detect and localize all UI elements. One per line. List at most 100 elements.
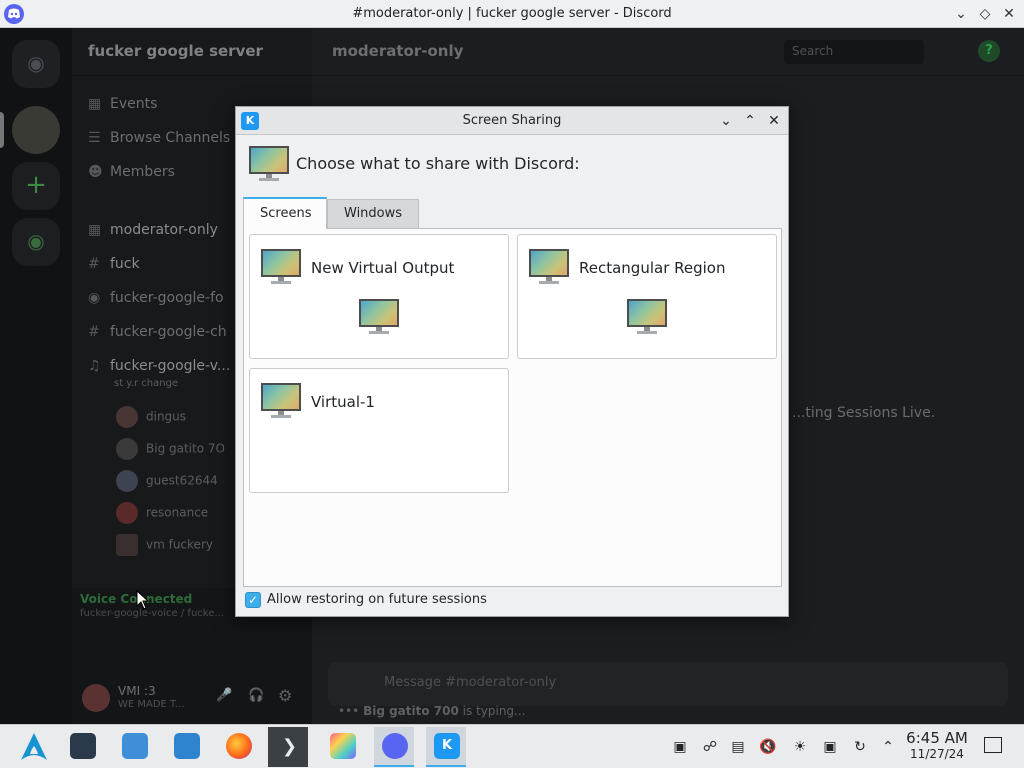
arch-launcher-icon[interactable] bbox=[14, 727, 54, 767]
channel-fuck[interactable]: # fuck bbox=[88, 256, 140, 272]
discord-icon[interactable] bbox=[374, 727, 414, 767]
dialog-titlebar: K Screen Sharing ⌄ ⌃ ✕ bbox=[236, 107, 788, 135]
sidebar-item-browse-channels[interactable]: ☰ Browse Channels bbox=[88, 130, 230, 146]
maximize-button[interactable]: ◇ bbox=[974, 3, 996, 25]
channel-voice[interactable]: ♫ fucker-google-v... bbox=[88, 358, 230, 374]
source-card-virtual-1[interactable]: Virtual-1 bbox=[249, 368, 509, 493]
search-input[interactable]: Search bbox=[784, 40, 924, 64]
mouse-cursor-icon bbox=[136, 590, 150, 610]
minimize-button[interactable]: ⌄ bbox=[950, 3, 972, 25]
close-button[interactable]: ✕ bbox=[998, 3, 1020, 25]
voice-user[interactable]: resonance bbox=[116, 502, 208, 524]
dialog-prompt: Choose what to share with Discord: bbox=[296, 154, 580, 173]
sources-panel: New Virtual Output Rectangular Region Vi… bbox=[243, 228, 782, 587]
message-input[interactable]: Message #moderator-only bbox=[328, 662, 1008, 706]
kde-connect-icon[interactable]: K bbox=[426, 727, 466, 767]
source-card-new-virtual-output[interactable]: New Virtual Output bbox=[249, 234, 509, 359]
avatar bbox=[116, 438, 138, 460]
terminal-prompt-glyph: ❯ bbox=[282, 736, 298, 757]
source-label: Rectangular Region bbox=[579, 259, 726, 277]
clock-time: 6:45 AM bbox=[906, 729, 968, 747]
source-card-rectangular-region[interactable]: Rectangular Region bbox=[517, 234, 777, 359]
monitor-icon bbox=[627, 299, 667, 335]
dialog-minimize-button[interactable]: ⌄ bbox=[715, 110, 737, 132]
brightness-icon[interactable]: ☀ bbox=[790, 737, 810, 757]
server-icon[interactable] bbox=[12, 106, 60, 154]
avatar bbox=[116, 470, 138, 492]
channel-title: moderator-only bbox=[332, 42, 464, 60]
volume-muted-icon[interactable]: 🔇 bbox=[758, 737, 778, 757]
clock[interactable]: 6:45 AM 11/27/24 bbox=[902, 729, 972, 761]
tab-windows[interactable]: Windows bbox=[327, 199, 419, 228]
monitor-icon bbox=[261, 249, 301, 285]
channel-forum[interactable]: ◉ fucker-google-fo bbox=[88, 290, 224, 306]
avatar bbox=[116, 406, 138, 428]
monitor-icon bbox=[359, 299, 399, 335]
server-name: fucker google server bbox=[88, 42, 263, 60]
browse-icon: ☰ bbox=[88, 130, 101, 146]
voice-user[interactable]: vm fuckery bbox=[116, 534, 213, 556]
voice-user[interactable]: guest62644 bbox=[116, 470, 218, 492]
taskbar: ❯ K ▣ ☍ ▤ 🔇 ☀ ▣ ↻ ⌃ 6:45 AM 11/27/24 bbox=[0, 724, 1024, 768]
calendar-icon: ▦ bbox=[88, 96, 102, 112]
server-header[interactable]: fucker google server bbox=[72, 28, 312, 76]
voice-user[interactable]: dingus bbox=[116, 406, 186, 428]
discord-tray-icon[interactable]: ▣ bbox=[670, 737, 690, 757]
tab-screens[interactable]: Screens bbox=[243, 197, 327, 229]
monitor-icon bbox=[529, 249, 569, 285]
source-label: New Virtual Output bbox=[311, 259, 455, 277]
disk-icon[interactable]: ▣ bbox=[820, 737, 840, 757]
discord-home-icon[interactable]: ◉ bbox=[12, 40, 60, 88]
show-desktop-icon[interactable] bbox=[984, 737, 1002, 753]
file-manager-icon[interactable] bbox=[166, 727, 206, 767]
sidebar-item-members[interactable]: ☻ Members bbox=[88, 164, 175, 180]
window-title: #moderator-only | fucker google server -… bbox=[352, 6, 672, 21]
updates-icon[interactable]: ↻ bbox=[850, 737, 870, 757]
dialog-title: Screen Sharing bbox=[462, 113, 562, 128]
window-titlebar: #moderator-only | fucker google server -… bbox=[0, 0, 1024, 28]
avatar bbox=[116, 502, 138, 524]
typing-indicator: ••• Big gatito 700 is typing... bbox=[338, 704, 526, 718]
members-icon: ☻ bbox=[88, 164, 103, 180]
network-icon[interactable]: ☍ bbox=[700, 737, 720, 757]
channel-moderator-only[interactable]: ▦ moderator-only bbox=[88, 222, 218, 238]
monitor-icon bbox=[261, 383, 301, 419]
text-channel-icon: ▦ bbox=[88, 222, 102, 238]
typing-user: Big gatito 700 bbox=[363, 704, 459, 718]
image-viewer-icon[interactable] bbox=[322, 727, 362, 767]
system-settings-icon[interactable] bbox=[62, 727, 102, 767]
monitor-icon bbox=[249, 146, 289, 182]
sidebar-item-events[interactable]: ▦ Events bbox=[88, 96, 157, 112]
add-server-icon[interactable]: + bbox=[12, 162, 60, 210]
explore-icon[interactable]: ◉ bbox=[12, 218, 60, 266]
tray-expand-icon[interactable]: ⌃ bbox=[878, 737, 898, 757]
clipboard-icon[interactable]: ▤ bbox=[728, 737, 748, 757]
firefox-icon[interactable] bbox=[218, 727, 258, 767]
discover-icon[interactable] bbox=[114, 727, 154, 767]
chat-header: moderator-only Search ? bbox=[312, 28, 1024, 76]
channel-chat[interactable]: # fucker-google-ch bbox=[88, 324, 227, 340]
user-status: WE MADE T... bbox=[118, 699, 185, 710]
microphone-icon[interactable]: 🎤 bbox=[216, 688, 232, 703]
avatar bbox=[116, 534, 138, 556]
user-name: VMI :3 bbox=[118, 684, 156, 698]
restore-checkbox-label[interactable]: Allow restoring on future sessions bbox=[267, 592, 487, 607]
dialog-close-button[interactable]: ✕ bbox=[763, 110, 785, 132]
voice-user[interactable]: Big gatito 7O bbox=[116, 438, 225, 460]
voice-connected-channel: fucker-google-voice / fucke... bbox=[80, 608, 224, 619]
settings-gear-icon[interactable]: ⚙ bbox=[278, 686, 292, 705]
terminal-icon[interactable]: ❯ bbox=[268, 727, 308, 767]
forum-icon: ◉ bbox=[88, 290, 101, 306]
help-icon[interactable]: ? bbox=[978, 40, 1000, 62]
restore-checkbox[interactable]: ✓ bbox=[245, 592, 261, 608]
activity-hint: ...ting Sessions Live. bbox=[792, 405, 936, 421]
screen-sharing-dialog: K Screen Sharing ⌄ ⌃ ✕ Choose what to sh… bbox=[235, 106, 789, 617]
dialog-maximize-button[interactable]: ⌃ bbox=[739, 110, 761, 132]
avatar[interactable] bbox=[82, 684, 110, 712]
server-list: ◉ + ◉ bbox=[0, 28, 72, 724]
hash-icon: # bbox=[88, 256, 100, 272]
hash-icon: # bbox=[88, 324, 100, 340]
headphones-icon[interactable]: 🎧 bbox=[248, 688, 264, 703]
speaker-icon: ♫ bbox=[88, 358, 101, 374]
server-selected-indicator bbox=[0, 112, 4, 148]
